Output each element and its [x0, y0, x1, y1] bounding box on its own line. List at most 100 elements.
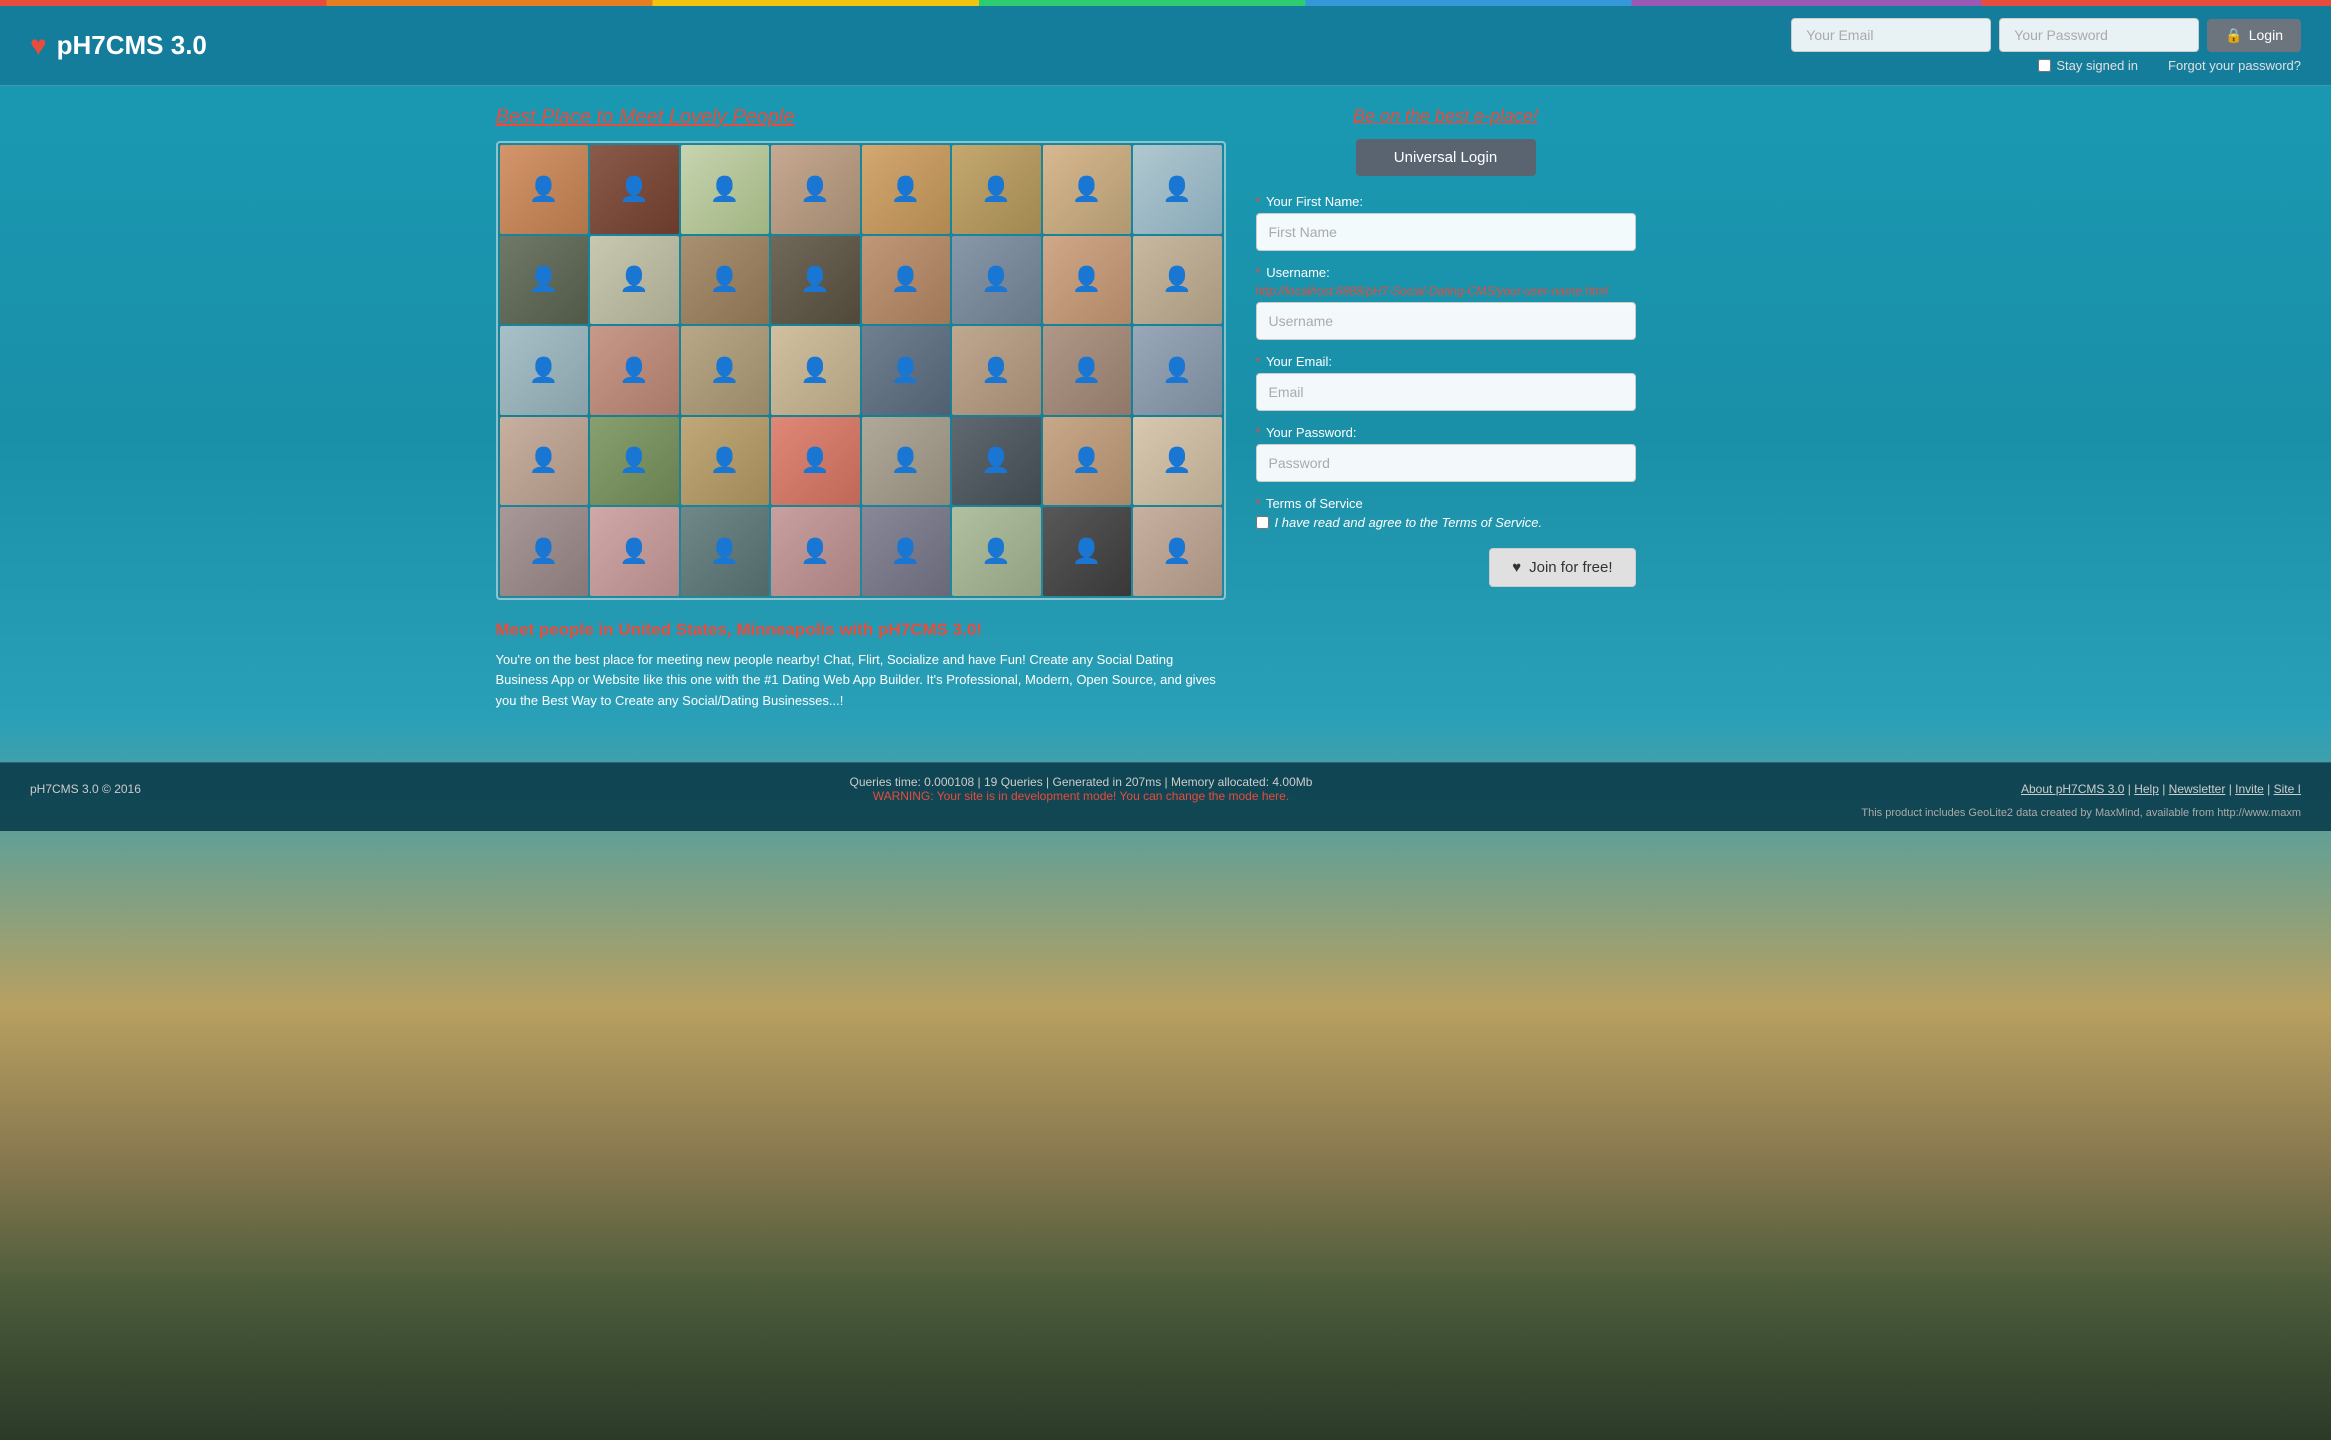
- username-label: * Username:: [1256, 265, 1636, 280]
- photo-cell[interactable]: 👤: [862, 326, 951, 415]
- photo-cell[interactable]: 👤: [771, 145, 860, 234]
- site-title: pH7CMS 3.0: [57, 30, 207, 61]
- register-email-input[interactable]: [1256, 373, 1636, 411]
- photo-cell[interactable]: 👤: [862, 507, 951, 596]
- stay-signed-checkbox[interactable]: [2038, 59, 2051, 72]
- footer-link-separator: |: [2124, 782, 2134, 796]
- footer-link[interactable]: About pH7CMS 3.0: [2021, 782, 2124, 796]
- photo-cell[interactable]: 👤: [1043, 507, 1132, 596]
- photo-cell[interactable]: 👤: [590, 507, 679, 596]
- password-group: * Your Password:: [1256, 425, 1636, 482]
- be-on-title: Be on the best e-place!: [1256, 106, 1636, 127]
- footer-link[interactable]: Newsletter: [2169, 782, 2226, 796]
- photo-cell[interactable]: 👤: [952, 326, 1041, 415]
- photo-cell[interactable]: 👤: [862, 236, 951, 325]
- location-text: Meet people in United States, Minneapoli…: [496, 620, 1226, 640]
- footer-link[interactable]: Invite: [2235, 782, 2264, 796]
- footer-stats: Queries time: 0.000108 | 19 Queries | Ge…: [849, 775, 1312, 803]
- photo-cell[interactable]: 👤: [952, 236, 1041, 325]
- main-content: Best Place to Meet Lovely People 👤👤👤👤👤👤👤…: [466, 86, 1866, 732]
- photo-cell[interactable]: 👤: [681, 145, 770, 234]
- photo-cell[interactable]: 👤: [681, 417, 770, 506]
- photo-cell[interactable]: 👤: [952, 145, 1041, 234]
- photo-cell[interactable]: 👤: [862, 145, 951, 234]
- left-panel-title: Best Place to Meet Lovely People: [496, 106, 1226, 129]
- footer-link[interactable]: Help: [2134, 782, 2159, 796]
- email-input[interactable]: [1791, 18, 1991, 52]
- left-panel: Best Place to Meet Lovely People 👤👤👤👤👤👤👤…: [496, 106, 1226, 712]
- photo-cell[interactable]: 👤: [952, 507, 1041, 596]
- username-group: * Username: http://localhost:8888/pH7-So…: [1256, 265, 1636, 340]
- photo-cell[interactable]: 👤: [771, 236, 860, 325]
- login-label: Login: [2249, 27, 2283, 43]
- logo-heart-icon: ♥: [30, 30, 47, 62]
- photo-cell[interactable]: 👤: [590, 145, 679, 234]
- required-star-tos: *: [1256, 496, 1261, 511]
- footer-link-separator: |: [2225, 782, 2235, 796]
- photo-cell[interactable]: 👤: [1043, 417, 1132, 506]
- username-input[interactable]: [1256, 302, 1636, 340]
- password-label: * Your Password:: [1256, 425, 1636, 440]
- footer-links: About pH7CMS 3.0 | Help | Newsletter | I…: [2021, 782, 2301, 796]
- photo-cell[interactable]: 👤: [500, 417, 589, 506]
- join-label: Join for free!: [1529, 559, 1612, 576]
- email-group: * Your Email:: [1256, 354, 1636, 411]
- photo-cell[interactable]: 👤: [1043, 236, 1132, 325]
- photo-cell[interactable]: 👤: [1133, 236, 1222, 325]
- photo-cell[interactable]: 👤: [771, 417, 860, 506]
- password-input[interactable]: [1999, 18, 2199, 52]
- photo-cell[interactable]: 👤: [1133, 417, 1222, 506]
- photo-cell[interactable]: 👤: [1133, 326, 1222, 415]
- login-button[interactable]: 🔒 Login: [2207, 19, 2301, 52]
- photo-cell[interactable]: 👤: [590, 236, 679, 325]
- right-panel: Be on the best e-place! Universal Login …: [1256, 106, 1636, 712]
- photo-cell[interactable]: 👤: [952, 417, 1041, 506]
- join-button[interactable]: ♥ Join for free!: [1489, 548, 1635, 587]
- email-label: * Your Email:: [1256, 354, 1636, 369]
- lock-icon: 🔒: [2225, 27, 2242, 44]
- photo-cell[interactable]: 👤: [862, 417, 951, 506]
- first-name-label: * Your First Name:: [1256, 194, 1636, 209]
- username-hint: http://localhost:8888/pH7-Social-Dating-…: [1256, 284, 1636, 298]
- logo-area: ♥ pH7CMS 3.0: [30, 30, 207, 62]
- footer-warning: WARNING: Your site is in development mod…: [849, 789, 1312, 803]
- footer-link[interactable]: Site I: [2274, 782, 2301, 796]
- tos-label: * Terms of Service: [1256, 496, 1636, 511]
- photo-cell[interactable]: 👤: [1133, 507, 1222, 596]
- photo-cell[interactable]: 👤: [590, 326, 679, 415]
- footer-top: pH7CMS 3.0 © 2016 Queries time: 0.000108…: [30, 775, 2301, 803]
- first-name-input[interactable]: [1256, 213, 1636, 251]
- required-star: *: [1256, 194, 1261, 209]
- photo-cell[interactable]: 👤: [500, 326, 589, 415]
- tos-checkbox[interactable]: [1256, 516, 1269, 529]
- photo-cell[interactable]: 👤: [590, 417, 679, 506]
- heart-icon: ♥: [1512, 559, 1521, 576]
- forgot-password-link[interactable]: Forgot your password?: [2168, 58, 2301, 73]
- universal-login-button[interactable]: Universal Login: [1356, 139, 1536, 176]
- header: ♥ pH7CMS 3.0 🔒 Login Stay signed in Forg…: [0, 6, 2331, 86]
- tos-group: * Terms of Service I have read and agree…: [1256, 496, 1636, 530]
- photo-cell[interactable]: 👤: [500, 236, 589, 325]
- footer-geo: This product includes GeoLite2 data crea…: [30, 807, 2301, 819]
- photo-cell[interactable]: 👤: [681, 326, 770, 415]
- header-right: 🔒 Login Stay signed in Forgot your passw…: [1791, 18, 2301, 73]
- photo-cell[interactable]: 👤: [1043, 326, 1132, 415]
- login-inputs: 🔒 Login: [1791, 18, 2301, 52]
- register-password-input[interactable]: [1256, 444, 1636, 482]
- footer-copyright: pH7CMS 3.0 © 2016: [30, 782, 141, 796]
- tos-check-label[interactable]: I have read and agree to the Terms of Se…: [1256, 515, 1636, 530]
- photo-cell[interactable]: 👤: [1133, 145, 1222, 234]
- required-star-username: *: [1256, 265, 1261, 280]
- username-hint-var: your-user-name: [1498, 284, 1582, 298]
- photo-cell[interactable]: 👤: [500, 507, 589, 596]
- footer-link-separator: |: [2159, 782, 2169, 796]
- photo-cell[interactable]: 👤: [500, 145, 589, 234]
- stay-signed-label[interactable]: Stay signed in: [2038, 58, 2138, 73]
- description-text: You're on the best place for meeting new…: [496, 650, 1226, 712]
- photo-cell[interactable]: 👤: [771, 326, 860, 415]
- photo-cell[interactable]: 👤: [681, 236, 770, 325]
- photo-cell[interactable]: 👤: [1043, 145, 1132, 234]
- required-star-password: *: [1256, 425, 1261, 440]
- photo-cell[interactable]: 👤: [771, 507, 860, 596]
- photo-cell[interactable]: 👤: [681, 507, 770, 596]
